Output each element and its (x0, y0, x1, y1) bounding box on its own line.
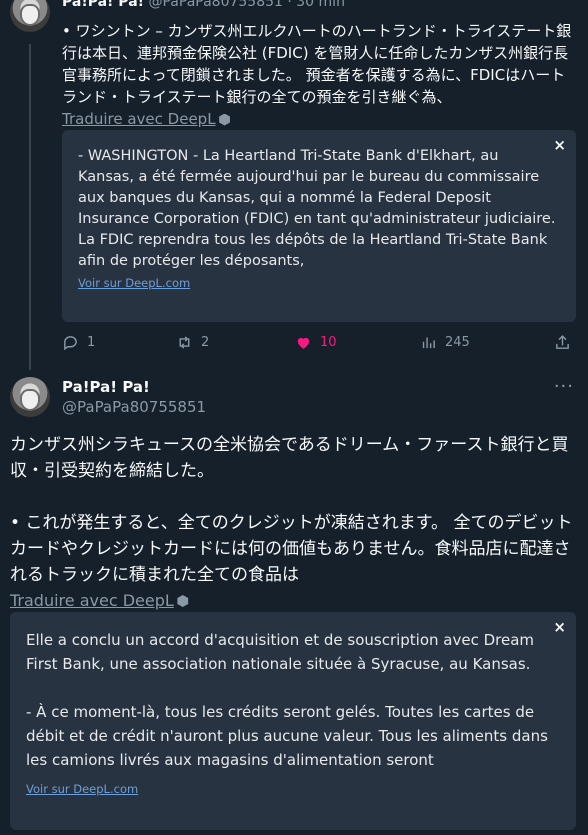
share-icon (556, 335, 569, 349)
translation-paragraph-2: - À ce moment-là, tous les crédits seron… (26, 703, 548, 769)
views-count: 245 (445, 335, 470, 350)
author-name[interactable]: Pa!Pa! Pa! (62, 378, 150, 396)
author-name[interactable]: Pa!Pa! Pa! (62, 0, 144, 10)
tweet-paragraph-2: • これが発生すると、全てのクレジットが凍結されます。 全てのデビットカードやク… (10, 513, 573, 585)
avatar[interactable] (10, 377, 50, 417)
tweet-timestamp[interactable]: · 30 min (287, 0, 345, 10)
translation-text: Elle a conclu un accord d'acquisition et… (26, 628, 556, 772)
tweet-header: Pa!Pa! Pa! @PaPaPa80755851 · 30 min (62, 0, 345, 10)
views-chart-icon (422, 337, 435, 349)
more-options-icon[interactable]: ··· (554, 376, 574, 397)
views-button[interactable]: 245 (420, 334, 470, 351)
like-button[interactable]: 10 (295, 334, 337, 351)
translation-box: × - WASHINGTON - La Heartland Tri-State … (62, 130, 576, 322)
deepl-logo-icon (219, 113, 230, 126)
translation-box: × Elle a conclu un accord d'acquisition … (10, 612, 576, 830)
reply-button[interactable]: 1 (62, 334, 95, 351)
translation-text: - WASHINGTON - La Heartland Tri-State Ba… (78, 148, 556, 269)
voir-sur-deepl-link[interactable]: Voir sur DeepL.com (78, 276, 190, 290)
author-handle[interactable]: @PaPaPa80755851 (62, 398, 206, 416)
share-button[interactable] (554, 334, 571, 351)
translate-deepl-link[interactable]: Traduire avec DeepL (62, 110, 216, 128)
like-count: 10 (320, 335, 337, 350)
reply-icon (64, 336, 77, 351)
voir-sur-deepl-link[interactable]: Voir sur DeepL.com (26, 782, 138, 796)
translation-paragraph-1: Elle a conclu un accord d'acquisition et… (26, 631, 535, 673)
tweet-actions: 1 2 10 245 (62, 334, 572, 356)
reply-count: 1 (87, 335, 96, 350)
tweet-text: • ワシントン – カンザス州エルクハートのハートランド・トライステート銀行は本… (62, 20, 572, 130)
retweet-icon (179, 336, 190, 349)
tweet-body: • ワシントン – カンザス州エルクハートのハートランド・トライステート銀行は本… (62, 22, 572, 106)
author-handle[interactable]: @PaPaPa80755851 (148, 0, 282, 10)
avatar[interactable] (10, 0, 50, 32)
tweet-paragraph-1: カンザス州シラキュースの全米協会であるドリーム・ファースト銀行と買収・引受契約を… (10, 435, 569, 481)
retweet-count: 2 (201, 335, 210, 350)
tweet-text: カンザス州シラキュースの全米協会であるドリーム・ファースト銀行と買収・引受契約を… (10, 432, 580, 614)
deepl-logo-icon (177, 595, 189, 607)
translate-deepl-link[interactable]: Traduire avec DeepL (10, 591, 174, 610)
retweet-button[interactable]: 2 (176, 334, 209, 351)
thread-connector-line (29, 44, 31, 370)
heart-icon (297, 337, 310, 349)
